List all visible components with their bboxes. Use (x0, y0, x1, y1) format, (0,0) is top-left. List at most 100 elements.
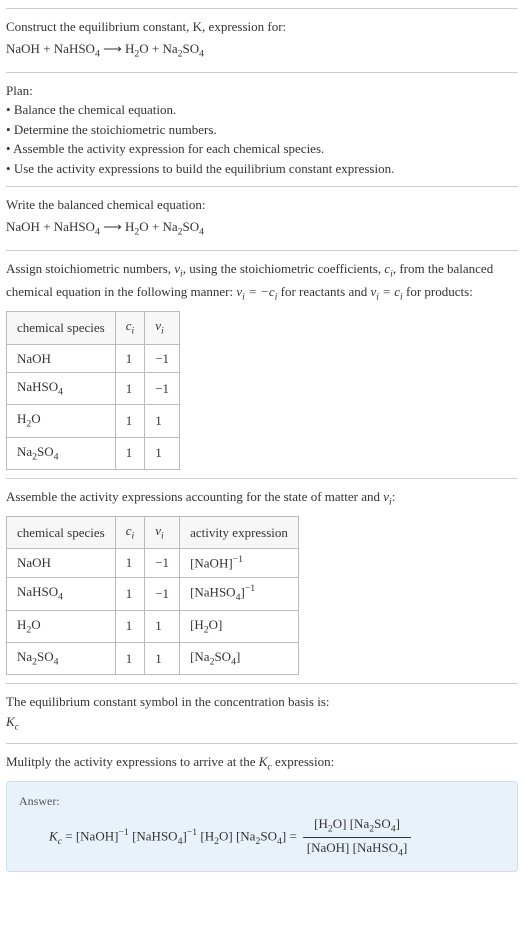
cell-c: 1 (115, 344, 145, 373)
eq-rhs2b: SO (183, 41, 200, 56)
beq-rhs1: H (125, 219, 134, 234)
th-ae: activity expression (180, 516, 299, 548)
ans-t3c: SO (260, 828, 277, 843)
cell-species: Na2SO4 (7, 642, 116, 674)
answer-denominator: [NaOH] [NaHSO4] (303, 838, 412, 861)
table-row: NaOH1−1 (7, 344, 180, 373)
intro-line1: Construct the equilibrium constant, K, e… (6, 17, 518, 37)
beq-rhs2: Na (162, 219, 177, 234)
kc-symbol-section: The equilibrium constant symbol in the c… (6, 683, 518, 743)
cell-c: 1 (115, 373, 145, 405)
cell-species: NaOH (7, 549, 116, 578)
beq-lhs2: NaHSO (54, 219, 95, 234)
activity-section: Assemble the activity expressions accoun… (6, 478, 518, 683)
mul-b: expression: (272, 754, 334, 769)
eq-lhs2: NaHSO (54, 41, 95, 56)
act-title-b: : (392, 489, 396, 504)
multiply-section: Mulitply the activity expressions to arr… (6, 743, 518, 881)
th-c: ci (115, 516, 145, 548)
cell-nu: 1 (145, 642, 180, 674)
answer-box: Answer: Kc = [NaOH]−1 [NaHSO4]−1 [H2O] [… (6, 781, 518, 872)
intro-section: Construct the equilibrium constant, K, e… (6, 8, 518, 72)
beq-plus2: + (149, 219, 163, 234)
st-b: , using the stoichiometric coefficients, (183, 261, 385, 276)
cell-species: Na2SO4 (7, 437, 116, 469)
eq-rhs1: H (125, 41, 134, 56)
plan-section: Plan: Balance the chemical equation. Det… (6, 72, 518, 187)
cell-ae: [H2O] (180, 610, 299, 642)
stoich-section: Assign stoichiometric numbers, νi, using… (6, 250, 518, 478)
cell-c: 1 (115, 549, 145, 578)
eq-plus2: + (149, 41, 163, 56)
den-b: ] (403, 840, 407, 855)
table-row: NaOH1−1[NaOH]−1 (7, 549, 299, 578)
plan-item: Use the activity expressions to build th… (6, 159, 518, 179)
eq-rhs2-sub2: 4 (199, 48, 204, 59)
eq-rhs1b: O (139, 41, 148, 56)
plan-title: Plan: (6, 81, 518, 101)
eq-arrow: ⟶ (100, 41, 125, 56)
table-row: H2O11 (7, 405, 180, 437)
kc-line1: The equilibrium constant symbol in the c… (6, 692, 518, 712)
plan-item: Determine the stoichiometric numbers. (6, 120, 518, 140)
cell-nu: 1 (145, 405, 180, 437)
num-b: O] [Na (333, 816, 369, 831)
table-row: Na2SO411 (7, 437, 180, 469)
th-nu: νi (145, 516, 180, 548)
cell-c: 1 (115, 642, 145, 674)
answer-equation: Kc = [NaOH]−1 [NaHSO4]−1 [H2O] [Na2SO4] … (19, 814, 505, 861)
cell-species: NaOH (7, 344, 116, 373)
activity-table: chemical species ci νi activity expressi… (6, 516, 299, 675)
beq-rhs1b: O (139, 219, 148, 234)
beq-rhs2b: SO (183, 219, 200, 234)
beq-lhs1: NaOH (6, 219, 40, 234)
ans-t3a: [H (197, 828, 214, 843)
cell-species: H2O (7, 610, 116, 642)
intro-text: Construct the equilibrium constant, K, e… (6, 19, 286, 34)
beq-rhs2-sub2: 4 (199, 226, 204, 237)
eq-plus: + (40, 41, 54, 56)
th-nu: νi (145, 312, 180, 344)
table-row: H2O11[H2O] (7, 610, 299, 642)
ans-t1s: −1 (118, 827, 128, 838)
ans-t3b: O] [Na (219, 828, 255, 843)
beq-plus: + (40, 219, 54, 234)
th-c-i: i (132, 326, 135, 337)
cell-species: NaHSO4 (7, 578, 116, 611)
th-species: chemical species (7, 312, 116, 344)
cell-nu: −1 (145, 549, 180, 578)
equation-unbalanced: NaOH + NaHSO4 ⟶ H2O + Na2SO4 (6, 39, 518, 62)
mul-a: Mulitply the activity expressions to arr… (6, 754, 259, 769)
eq-lhs1: NaOH (6, 41, 40, 56)
table-header-row: chemical species ci νi (7, 312, 180, 344)
cell-species: H2O (7, 405, 116, 437)
balanced-title: Write the balanced chemical equation: (6, 195, 518, 215)
cell-ae: [NaOH]−1 (180, 549, 299, 578)
cell-ae: [NaHSO4]−1 (180, 578, 299, 611)
ans-t1: [NaOH] (76, 828, 119, 843)
cell-nu: 1 (145, 610, 180, 642)
table-row: NaHSO41−1 (7, 373, 180, 405)
th-nu-i: i (161, 531, 164, 542)
plan-item: Assemble the activity expression for eac… (6, 139, 518, 159)
ans-k: K (49, 828, 58, 843)
cell-ae: [Na2SO4] (180, 642, 299, 674)
num-a: [H (314, 816, 328, 831)
ans-eq: = (62, 828, 76, 843)
table-header-row: chemical species ci νi activity expressi… (7, 516, 299, 548)
ans-eq2: = (289, 828, 296, 843)
answer-fraction: [H2O] [Na2SO4] [NaOH] [NaHSO4] (303, 814, 412, 861)
cell-c: 1 (115, 437, 145, 469)
beq-arrow: ⟶ (100, 219, 125, 234)
plan-item: Balance the chemical equation. (6, 100, 518, 120)
stoich-intro: Assign stoichiometric numbers, νi, using… (6, 259, 518, 305)
answer-label: Answer: (19, 792, 505, 810)
th-nu-i: i (161, 326, 164, 337)
act-title-a: Assemble the activity expressions accoun… (6, 489, 383, 504)
activity-title: Assemble the activity expressions accoun… (6, 487, 518, 510)
equation-balanced: NaOH + NaHSO4 ⟶ H2O + Na2SO4 (6, 217, 518, 240)
cell-nu: −1 (145, 344, 180, 373)
cell-c: 1 (115, 578, 145, 611)
cell-c: 1 (115, 610, 145, 642)
th-species: chemical species (7, 516, 116, 548)
